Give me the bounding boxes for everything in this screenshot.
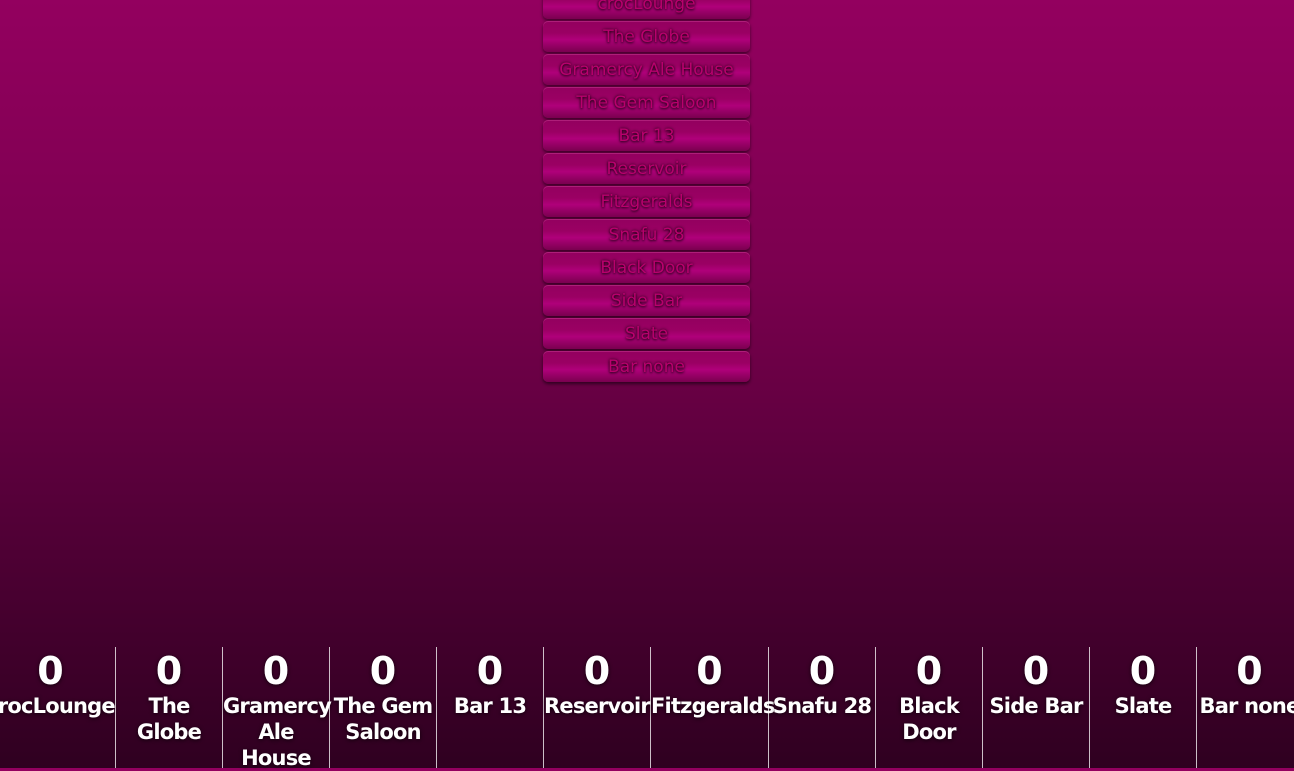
- score-count: 0: [1236, 649, 1263, 693]
- score-count: 0: [1022, 649, 1050, 693]
- bar-button-bar-13[interactable]: Bar 13: [543, 120, 750, 151]
- bar-button-the-globe[interactable]: The Globe: [543, 21, 750, 52]
- score-count: 0: [696, 649, 723, 693]
- bar-button-the-gem-saloon[interactable]: The Gem Saloon: [543, 87, 750, 118]
- score-bar-name: Slate: [1114, 694, 1173, 718]
- score-count: 0: [369, 649, 397, 693]
- score-bar-name: Fitzgeralds: [651, 694, 775, 718]
- score-column-bar-13: 0 Bar 13: [436, 647, 543, 768]
- score-column-slate: 0 Slate: [1089, 647, 1196, 768]
- score-bar-name: Black Door: [899, 694, 960, 744]
- score-column-croclounge: 0 crocLounge: [0, 647, 116, 768]
- bar-button-reservoir[interactable]: Reservoir: [543, 153, 750, 184]
- score-count: 0: [155, 649, 183, 693]
- score-bar-name: crocLounge: [0, 694, 116, 718]
- bar-button-snafu-28[interactable]: Snafu 28: [543, 219, 750, 250]
- score-bar-name: Gramercy Ale House: [223, 694, 332, 770]
- score-bar-name: Bar none: [1199, 694, 1294, 718]
- bar-button-slate[interactable]: Slate: [543, 318, 750, 349]
- score-column-bar-none: 0 Bar none: [1196, 647, 1294, 768]
- score-column-the-gem-saloon: 0 The Gem Saloon: [329, 647, 436, 768]
- score-bar-name: The Globe: [136, 694, 202, 744]
- bar-button-list: crocLounge The Globe Gramercy Ale House …: [543, 0, 750, 384]
- bar-button-bar-none[interactable]: Bar none: [543, 351, 750, 382]
- score-bar-name: Reservoir: [544, 694, 651, 718]
- scoreboard: 0 crocLounge 0 The Globe 0 Gramercy Ale …: [0, 647, 1294, 770]
- score-column-gramercy-ale-house: 0 Gramercy Ale House: [222, 647, 332, 770]
- score-column-black-door: 0 Black Door: [875, 647, 982, 768]
- score-count: 0: [476, 649, 504, 693]
- score-bar-name: Side Bar: [989, 694, 1083, 718]
- score-column-fitzgeralds: 0 Fitzgeralds: [650, 647, 775, 768]
- bar-button-gramercy-ale-house[interactable]: Gramercy Ale House: [543, 54, 750, 85]
- score-count: 0: [37, 649, 64, 693]
- score-bar-name: Snafu 28: [772, 694, 872, 718]
- score-count: 0: [583, 649, 611, 693]
- bar-button-croclounge[interactable]: crocLounge: [543, 0, 750, 19]
- score-count: 0: [808, 649, 836, 693]
- bar-button-fitzgeralds[interactable]: Fitzgeralds: [543, 186, 750, 217]
- score-column-snafu-28: 0 Snafu 28: [768, 647, 875, 768]
- score-bar-name: Bar 13: [453, 694, 527, 718]
- score-count: 0: [1129, 649, 1157, 693]
- score-column-reservoir: 0 Reservoir: [543, 647, 651, 768]
- score-bar-name: The Gem Saloon: [333, 694, 433, 744]
- bar-button-black-door[interactable]: Black Door: [543, 252, 750, 283]
- score-count: 0: [915, 649, 943, 693]
- bar-button-side-bar[interactable]: Side Bar: [543, 285, 750, 316]
- score-column-the-globe: 0 The Globe: [115, 647, 222, 768]
- score-column-side-bar: 0 Side Bar: [982, 647, 1089, 768]
- score-count: 0: [262, 649, 290, 693]
